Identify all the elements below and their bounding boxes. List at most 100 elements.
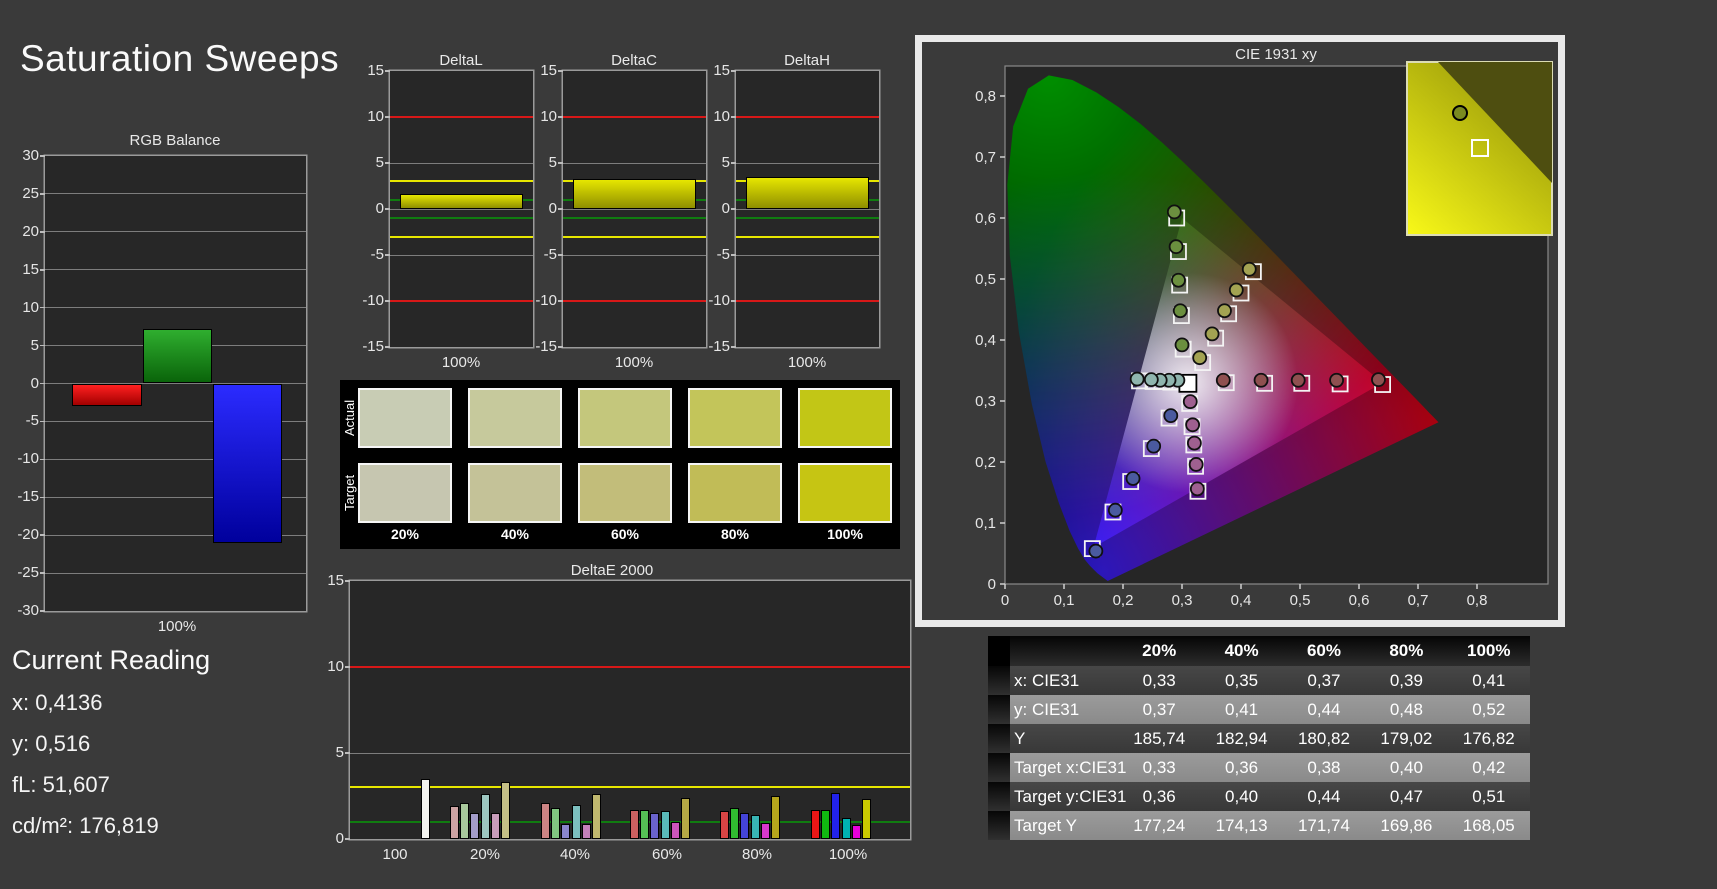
ref-line--10 [390,300,533,302]
cie-x-tick-label: 0,1 [1054,592,1075,609]
y-tick-label: -10 [362,292,384,309]
y-tick-stub [40,572,45,574]
y-tick-stub [345,580,350,582]
bar [821,809,831,839]
bar [681,797,691,839]
y-tick-label: -15 [17,488,39,506]
table-cell: 174,13 [1215,815,1268,835]
table-cell: 0,52 [1472,699,1506,719]
table-cell: 0,36 [1225,757,1259,777]
target-swatch-100% [798,463,892,523]
x-axis-label: 100% [828,846,868,863]
x-axis-label: 100% [441,354,481,371]
y-tick-stub [40,193,45,195]
x-axis-label: 80% [741,846,773,863]
bar [400,194,523,209]
y-tick-stub [731,208,736,210]
saturation-sweeps-page: Saturation Sweeps -30 -25 -20 -15 -10 -5 0 5 10 1… [0,0,1717,889]
y-tick-stub [40,269,45,271]
bar [551,808,561,839]
current-reading-y: y: 0,516 [12,731,91,756]
cie-x-tick-label: 0,6 [1349,592,1370,609]
ref-line--10 [563,300,706,302]
table-cell: 0,37 [1307,670,1341,690]
red-measured-marker [1329,372,1344,388]
current-reading: Current Reading x: 0,4136 y: 0,516 fL: 5… [12,645,210,854]
bar [72,383,142,407]
red-measured-marker [1253,372,1269,388]
y-tick-stub [40,610,45,612]
ref-line--3 [736,235,879,238]
y-tick-label: 10 [713,108,730,125]
gridline [45,231,306,233]
table-row: Target y:CIE31 0,36 0,40 0,44 0,47 0,51 [988,782,1530,811]
bar [771,796,781,839]
bar [660,811,670,839]
green-measured-marker [1166,204,1182,220]
y-tick-stub [40,458,45,461]
bar [449,806,459,839]
y-tick-stub [385,70,390,72]
bar [760,822,770,839]
y-tick-label: 10 [22,298,39,316]
row-strip [988,695,1010,724]
current-reading-x: x: 0,4136 [12,690,103,715]
table-cell: 185,74 [1133,728,1186,748]
cie-y-tick-label: 0,6 [975,210,996,227]
cie-x-tick-label: 0,7 [1408,592,1429,609]
table-cell: 0,48 [1389,699,1423,719]
gridline [45,572,306,574]
y-tick-stub [385,346,390,348]
bar [719,811,729,839]
gridline [45,307,306,309]
green-measured-marker [1174,337,1190,353]
table-cell: 169,86 [1380,815,1433,835]
swatch-level-label: 40% [500,526,530,542]
y-tick-stub [558,254,563,256]
table-cell: 180,82 [1297,728,1350,748]
magenta-measured-marker [1188,457,1204,472]
ref-line-3 [350,786,910,789]
y-tick-label: -15 [362,338,384,355]
y-tick-label: 5 [548,154,557,171]
cie-x-tick-label: 0,3 [1172,592,1193,609]
target-swatch-60% [578,463,672,523]
row-label: Y [1014,728,1026,748]
y-tick-stub [558,162,563,164]
swatch-level-label: 80% [720,526,750,542]
table-cell: 182,94 [1215,728,1268,748]
y-tick-stub [40,231,45,233]
ref-line--1 [736,217,879,220]
row-label: Target Y [1014,815,1078,835]
swatch-level-label: 20% [390,526,420,542]
y-tick-stub [40,382,45,385]
row-strip [988,811,1010,840]
table-cell: 0,51 [1472,786,1506,806]
bar [573,178,696,209]
y-tick-stub [731,346,736,348]
y-tick-stub [40,306,45,309]
table-cell: 179,02 [1380,728,1433,748]
row-label: y: CIE31 [1014,699,1080,719]
bar [740,813,750,839]
yellow-measured-marker [1217,303,1232,319]
cie-y-tick-label: 0,2 [975,454,996,471]
row-strip [988,753,1010,782]
green-measured-marker [1168,239,1184,255]
y-tick-label: -20 [17,526,39,544]
table-header-row: 20% 40% 60% 80% 100% [988,636,1530,666]
ref-line--1 [563,217,706,220]
target-swatch-80% [688,463,782,523]
bar [540,802,550,839]
y-tick-label: 20 [22,222,39,240]
cie-x-tick-label: 0,8 [1467,592,1488,609]
x-axis-label: 100% [614,354,654,371]
rgb-balance-chart: -30 -25 -20 -15 -10 -5 0 5 10 15 20 25 30 100% RGB Bal… [17,132,306,635]
actual-swatch-40% [468,388,562,448]
y-tick-label: -30 [17,602,39,619]
table-header-cell: 100% [1467,641,1511,660]
table-cell: 0,42 [1472,757,1506,777]
bar [650,813,660,839]
bar [841,818,851,839]
cie-x-tick-label: 0 [1001,592,1009,609]
